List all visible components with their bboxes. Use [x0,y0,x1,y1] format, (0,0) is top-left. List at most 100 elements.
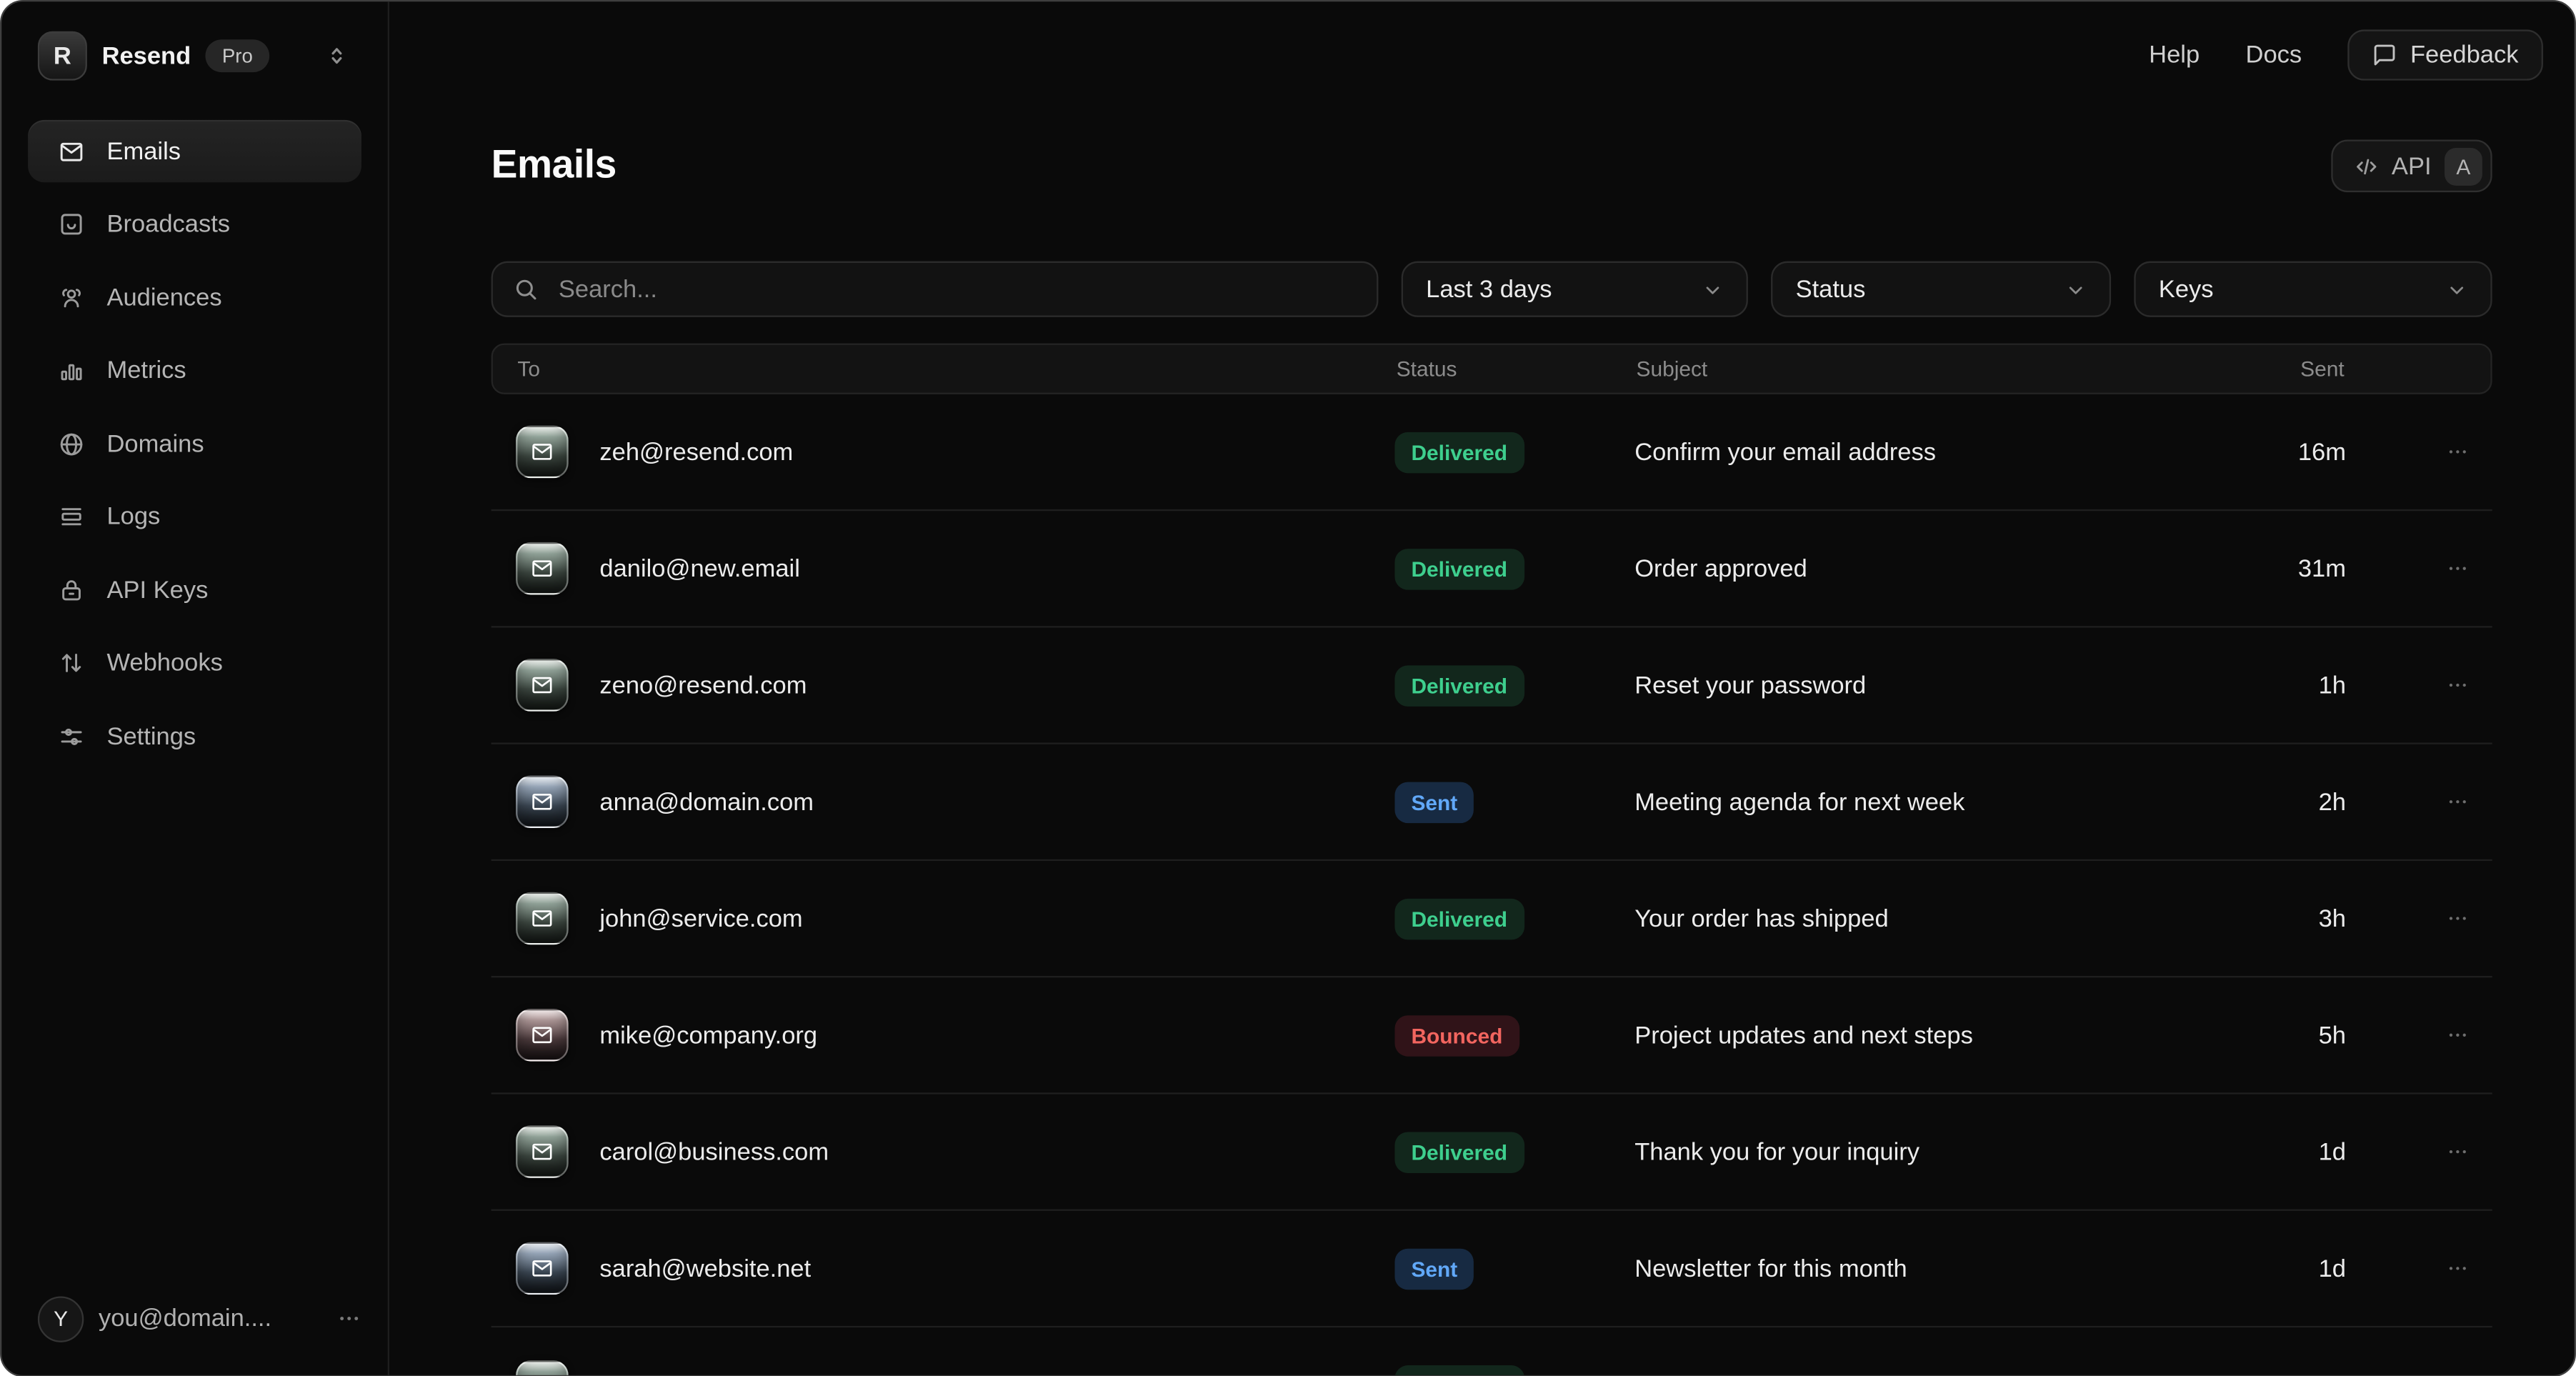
sidebar-item-label: Settings [106,722,196,750]
sidebar-item-label: API Keys [106,576,208,604]
row-menu-ellipsis-icon[interactable] [2446,557,2469,580]
table-row[interactable]: anna@domain.com Sent Meeting agenda for … [491,744,2492,861]
table-row[interactable]: carol@business.com Delivered Thank you f… [491,1095,2492,1211]
app-viewport: R Resend Pro Emails Broadcasts A [0,0,2576,1376]
title-row: Emails API A [491,139,2492,192]
sent-time: 31m [2231,554,2346,582]
chevron-down-icon [2065,279,2087,300]
sidebar-item-label: Emails [106,137,181,165]
sidebar-item-webhooks[interactable]: Webhooks [28,632,361,694]
docs-link[interactable]: Docs [2246,41,2302,69]
status-badge: Bounced [1394,1014,1519,1055]
main-area: Help Docs Feedback Emails API A [389,1,2576,1374]
sent-time: 5h [2231,1021,2346,1049]
content: Emails API A Last 3 days [389,81,2576,1376]
table-row[interactable]: danilo@new.email Delivered Order approve… [491,511,2492,627]
resend-logo: R [38,31,87,81]
date-range-value: Last 3 days [1426,275,1552,303]
envelope-icon [516,775,569,828]
sidebar-item-api-keys[interactable]: API Keys [28,559,361,621]
help-link[interactable]: Help [2149,41,2200,69]
recipient-email: mike@company.org [599,1021,817,1049]
envelope-icon [516,1360,569,1376]
keys-dropdown[interactable]: Keys [2134,261,2492,317]
workspace-switcher[interactable]: R Resend Pro [1,1,387,104]
workspace-name: Resend [102,42,191,70]
plan-badge: Pro [206,39,269,72]
audiences-icon [56,284,85,311]
page-title: Emails [491,143,616,189]
row-menu-ellipsis-icon[interactable] [2446,1257,2469,1280]
sent-time: 3h [2231,904,2346,932]
status-badge: Delivered [1394,1365,1524,1376]
api-button[interactable]: API A [2331,139,2492,192]
email-subject: Confirm your email address [1634,438,1936,466]
sidebar-item-label: Logs [106,503,160,531]
row-menu-ellipsis-icon[interactable] [2446,1024,2469,1047]
row-menu-ellipsis-icon[interactable] [2446,790,2469,813]
status-badge: Delivered [1394,898,1524,939]
feedback-button[interactable]: Feedback [2348,29,2543,80]
column-header-status: Status [1397,357,1637,381]
sidebar-item-settings[interactable]: Settings [28,705,361,767]
email-subject: Project updates and next steps [1634,1021,1973,1049]
shortcut-key-badge: A [2445,147,2482,185]
table-row[interactable]: zeno@resend.com Delivered Reset your pas… [491,627,2492,744]
email-subject: Order approved [1634,554,1807,582]
recipient-email: danilo@new.email [599,554,799,582]
sidebar-item-metrics[interactable]: Metrics [28,339,361,402]
sidebar-item-emails[interactable]: Emails [28,120,361,182]
table-row[interactable]: Delivered [491,1327,2492,1376]
sidebar-item-logs[interactable]: Logs [28,486,361,548]
row-menu-ellipsis-icon[interactable] [2446,440,2469,463]
status-badge: Sent [1394,782,1474,822]
search-input[interactable] [555,274,1357,305]
search-box [491,261,1379,317]
status-badge: Delivered [1394,432,1524,472]
api-button-label: API [2392,152,2432,180]
table-header: To Status Subject Sent [491,344,2492,394]
settings-icon [56,722,85,750]
sidebar-item-audiences[interactable]: Audiences [28,266,361,329]
ellipsis-icon[interactable] [336,1306,361,1330]
recipient-email: john@service.com [599,904,802,932]
status-dropdown[interactable]: Status [1771,261,2111,317]
sent-time: 1h [2231,671,2346,699]
top-nav: Help Docs Feedback [389,1,2576,80]
sidebar-item-domains[interactable]: Domains [28,412,361,474]
code-icon [2354,154,2378,178]
email-subject: Reset your password [1634,671,1866,699]
row-menu-ellipsis-icon[interactable] [2446,1140,2469,1163]
sent-time: 16m [2231,438,2346,466]
chevrons-up-down-icon[interactable] [325,44,348,67]
chevron-down-icon [2446,279,2467,300]
status-badge: Delivered [1394,548,1524,589]
app-window: R Resend Pro Emails Broadcasts A [0,0,2576,1376]
logs-icon [56,503,85,531]
chevron-down-icon [1702,279,1723,300]
envelope-icon [516,1125,569,1178]
envelope-icon [516,892,569,945]
row-menu-ellipsis-icon[interactable] [2446,907,2469,929]
broadcast-icon [56,210,85,238]
recipient-email: zeh@resend.com [599,438,793,466]
sent-time: 2h [2231,788,2346,816]
table-row[interactable]: mike@company.org Bounced Project updates… [491,977,2492,1094]
date-range-dropdown[interactable]: Last 3 days [1402,261,1748,317]
sidebar-item-label: Broadcasts [106,210,230,238]
speech-bubble-icon [2372,43,2397,67]
email-subject: Meeting agenda for next week [1634,788,1965,816]
table-row[interactable]: john@service.com Delivered Your order ha… [491,861,2492,977]
table-row[interactable]: zeh@resend.com Delivered Confirm your em… [491,394,2492,511]
column-header-to: To [493,357,1397,381]
row-menu-ellipsis-icon[interactable] [2446,674,2469,697]
user-email: you@domain.... [99,1305,271,1332]
column-header-subject: Subject [1637,357,2230,381]
sidebar-item-broadcasts[interactable]: Broadcasts [28,193,361,255]
table-row[interactable]: sarah@website.net Sent Newsletter for th… [491,1211,2492,1327]
user-menu[interactable]: Y you@domain.... [1,1295,387,1374]
envelope-icon [516,1242,569,1295]
keys-value: Keys [2159,275,2214,303]
status-badge: Sent [1394,1248,1474,1289]
lock-icon [56,576,85,604]
